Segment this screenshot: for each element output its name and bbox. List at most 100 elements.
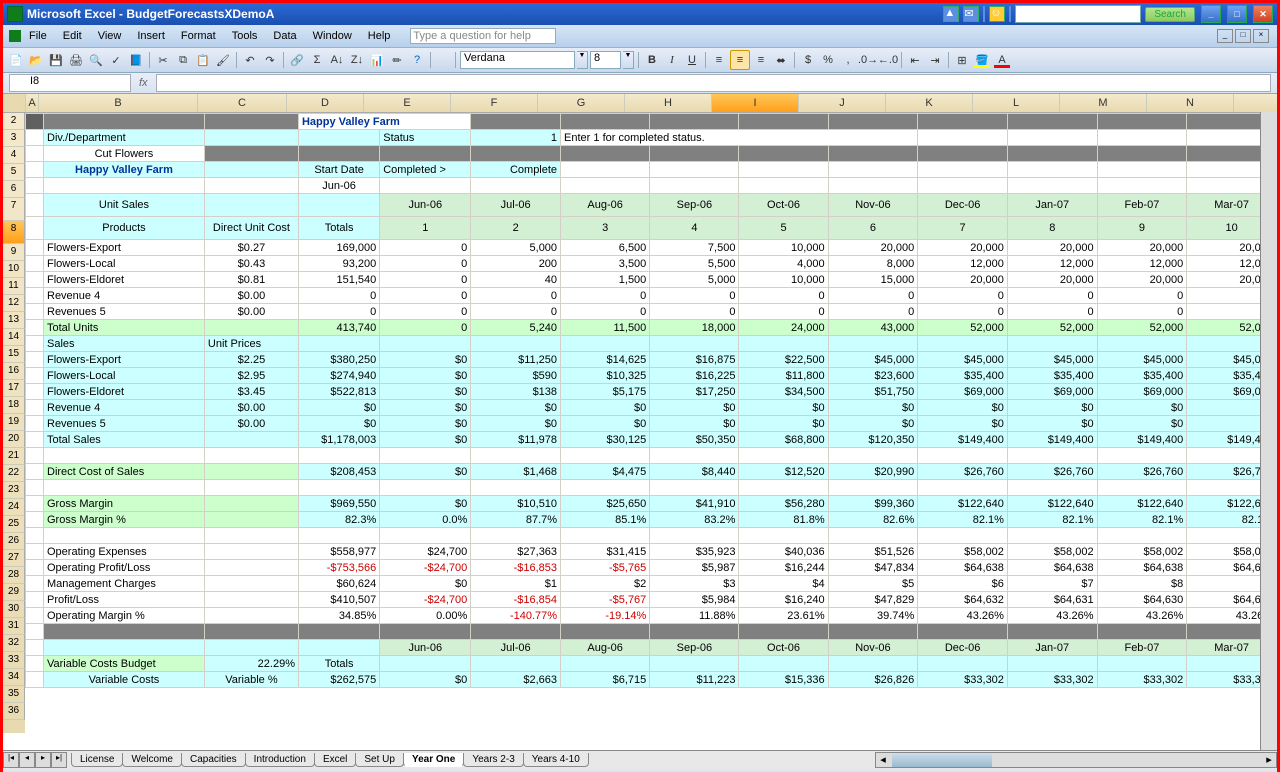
spelling-icon[interactable]: ✓ bbox=[107, 51, 125, 69]
new-icon[interactable]: 📄 bbox=[7, 51, 25, 69]
row-header-29[interactable]: 29 bbox=[3, 584, 25, 601]
close-button[interactable]: ✕ bbox=[1253, 5, 1273, 23]
sort-desc-icon[interactable]: Z↓ bbox=[348, 51, 366, 69]
increase-indent-icon[interactable]: ⇥ bbox=[926, 51, 944, 69]
sheet-tab-excel[interactable]: Excel bbox=[314, 753, 356, 767]
borders-icon[interactable]: ⊞ bbox=[953, 51, 971, 69]
row-header-36[interactable]: 36 bbox=[3, 703, 25, 720]
row-header-24[interactable]: 24 bbox=[3, 499, 25, 516]
font-name-combo[interactable]: Verdana bbox=[460, 51, 575, 69]
menu-edit[interactable]: Edit bbox=[55, 27, 90, 45]
row-header-28[interactable]: 28 bbox=[3, 567, 25, 584]
column-headers[interactable]: ABCDEFGHIJKLMN bbox=[3, 94, 1277, 113]
row-header-15[interactable]: 15 bbox=[3, 346, 25, 363]
col-header-D[interactable]: D bbox=[287, 94, 364, 112]
comma-icon[interactable]: , bbox=[839, 51, 857, 69]
tab-first-icon[interactable]: |◂ bbox=[3, 752, 19, 768]
fx-label[interactable]: fx bbox=[139, 77, 148, 89]
cut-icon[interactable]: ✂ bbox=[154, 51, 172, 69]
font-name-dropdown-icon[interactable]: ▼ bbox=[577, 51, 588, 69]
hscroll-thumb[interactable] bbox=[892, 753, 992, 767]
msn-icon[interactable]: ▲ bbox=[943, 6, 959, 22]
worksheet[interactable]: ABCDEFGHIJKLMN 2345678910111213141516171… bbox=[3, 94, 1277, 750]
row-header-16[interactable]: 16 bbox=[3, 363, 25, 380]
menu-data[interactable]: Data bbox=[265, 27, 304, 45]
col-header-E[interactable]: E bbox=[364, 94, 451, 112]
row-header-34[interactable]: 34 bbox=[3, 669, 25, 686]
hyperlink-icon[interactable]: 🔗 bbox=[288, 51, 306, 69]
merge-icon[interactable]: ⬌ bbox=[772, 51, 790, 69]
copy-icon[interactable]: ⧉ bbox=[174, 51, 192, 69]
col-header-N[interactable]: N bbox=[1147, 94, 1234, 112]
save-icon[interactable]: 💾 bbox=[47, 51, 65, 69]
row-header-20[interactable]: 20 bbox=[3, 431, 25, 448]
mdi-minimize-button[interactable]: _ bbox=[1217, 29, 1233, 43]
row-header-7[interactable]: 7 bbox=[3, 198, 25, 221]
row-header-14[interactable]: 14 bbox=[3, 329, 25, 346]
row-header-21[interactable]: 21 bbox=[3, 448, 25, 465]
horizontal-scrollbar[interactable]: ◂ ▸ bbox=[875, 752, 1277, 768]
col-header-H[interactable]: H bbox=[625, 94, 712, 112]
row-header-18[interactable]: 18 bbox=[3, 397, 25, 414]
maximize-button[interactable]: □ bbox=[1227, 5, 1247, 23]
menu-help[interactable]: Help bbox=[360, 27, 399, 45]
grid[interactable]: Happy Valley FarmDiv./DepartmentStatus1E… bbox=[25, 113, 1277, 733]
font-color-icon[interactable]: A bbox=[993, 51, 1011, 69]
percent-icon[interactable]: % bbox=[819, 51, 837, 69]
help-icon[interactable]: ? bbox=[408, 51, 426, 69]
bold-icon[interactable]: B bbox=[643, 51, 661, 69]
row-header-23[interactable]: 23 bbox=[3, 482, 25, 499]
print-icon[interactable]: 🖨 bbox=[67, 51, 85, 69]
font-size-combo[interactable]: 8 bbox=[590, 51, 621, 69]
italic-icon[interactable]: I bbox=[663, 51, 681, 69]
sheet-tab-set-up[interactable]: Set Up bbox=[355, 753, 404, 767]
name-box[interactable]: I8 bbox=[9, 74, 131, 92]
search-button[interactable]: Search bbox=[1145, 7, 1195, 22]
row-header-3[interactable]: 3 bbox=[3, 130, 25, 147]
sort-asc-icon[interactable]: A↓ bbox=[328, 51, 346, 69]
row-header-10[interactable]: 10 bbox=[3, 261, 25, 278]
sheet-tab-welcome[interactable]: Welcome bbox=[122, 753, 182, 767]
decrease-decimal-icon[interactable]: ←.0 bbox=[879, 51, 897, 69]
open-icon[interactable]: 📂 bbox=[27, 51, 45, 69]
col-header-G[interactable]: G bbox=[538, 94, 625, 112]
menu-tools[interactable]: Tools bbox=[224, 27, 266, 45]
row-header-12[interactable]: 12 bbox=[3, 295, 25, 312]
row-headers[interactable]: 2345678910111213141516171819202122232425… bbox=[3, 113, 25, 733]
print-preview-icon[interactable]: 🔍 bbox=[87, 51, 105, 69]
fill-color-icon[interactable]: 🪣 bbox=[973, 51, 991, 69]
row-header-31[interactable]: 31 bbox=[3, 618, 25, 635]
menu-view[interactable]: View bbox=[90, 27, 130, 45]
paste-icon[interactable]: 📋 bbox=[194, 51, 212, 69]
undo-icon[interactable]: ↶ bbox=[241, 51, 259, 69]
sheet-tab-year-one[interactable]: Year One bbox=[403, 753, 464, 767]
mdi-close-button[interactable]: × bbox=[1253, 29, 1269, 43]
col-header-K[interactable]: K bbox=[886, 94, 973, 112]
sheet-tab-capacities[interactable]: Capacities bbox=[181, 753, 246, 767]
row-header-30[interactable]: 30 bbox=[3, 601, 25, 618]
format-painter-icon[interactable]: 🖌 bbox=[214, 51, 232, 69]
research-icon[interactable]: 📘 bbox=[127, 51, 145, 69]
col-header-I[interactable]: I bbox=[712, 94, 799, 112]
redo-icon[interactable]: ↷ bbox=[261, 51, 279, 69]
autosum-icon[interactable]: Σ bbox=[308, 51, 326, 69]
live-search-input[interactable] bbox=[1015, 5, 1141, 23]
row-header-9[interactable]: 9 bbox=[3, 244, 25, 261]
menu-file[interactable]: File bbox=[21, 27, 55, 45]
row-header-4[interactable]: 4 bbox=[3, 147, 25, 164]
row-header-11[interactable]: 11 bbox=[3, 278, 25, 295]
row-header-35[interactable]: 35 bbox=[3, 686, 25, 703]
row-header-8[interactable]: 8 bbox=[3, 221, 25, 244]
help-search-input[interactable] bbox=[410, 28, 556, 44]
menu-format[interactable]: Format bbox=[173, 27, 224, 45]
menu-insert[interactable]: Insert bbox=[129, 27, 173, 45]
col-header-F[interactable]: F bbox=[451, 94, 538, 112]
col-header-M[interactable]: M bbox=[1060, 94, 1147, 112]
row-header-6[interactable]: 6 bbox=[3, 181, 25, 198]
col-header-B[interactable]: B bbox=[39, 94, 198, 112]
tab-prev-icon[interactable]: ◂ bbox=[19, 752, 35, 768]
sheet-tab-years-2-3[interactable]: Years 2-3 bbox=[463, 753, 523, 767]
row-header-22[interactable]: 22 bbox=[3, 465, 25, 482]
row-header-17[interactable]: 17 bbox=[3, 380, 25, 397]
row-header-27[interactable]: 27 bbox=[3, 550, 25, 567]
